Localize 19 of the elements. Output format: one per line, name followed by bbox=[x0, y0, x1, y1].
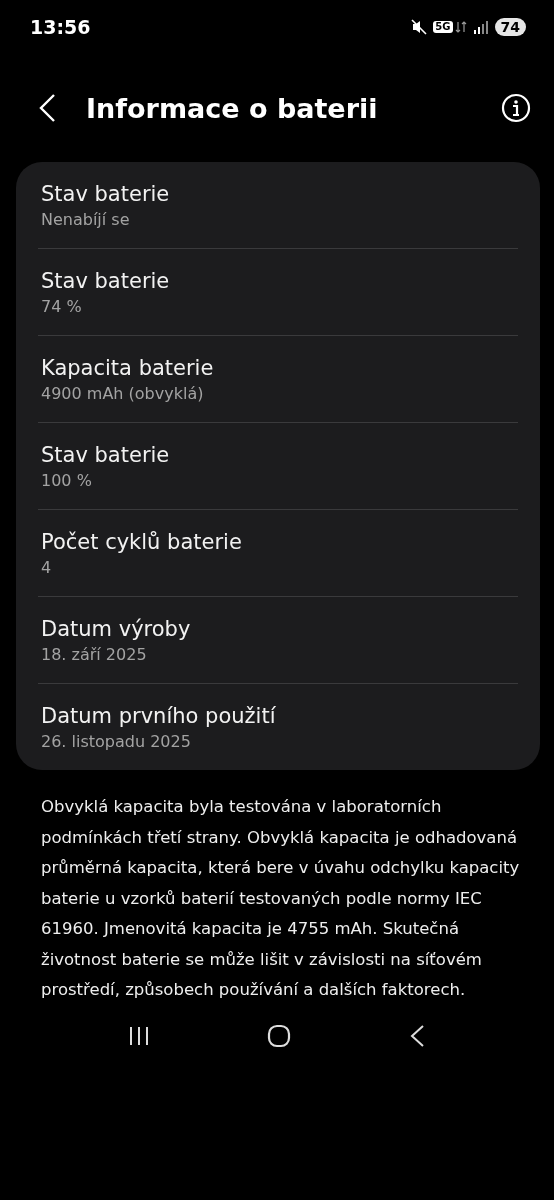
battery-level: 74 bbox=[494, 18, 526, 36]
item-title: Stav baterie bbox=[41, 269, 171, 293]
item-value: 4900 mAh (obvyklá) bbox=[41, 384, 205, 403]
item-title: Stav baterie bbox=[41, 443, 171, 467]
network-type: 5G bbox=[433, 21, 453, 33]
item-title: Datum prvního použití bbox=[41, 704, 277, 728]
item-title: Datum výroby bbox=[41, 617, 192, 641]
item-value: 74 % bbox=[41, 297, 83, 316]
item-value: 26. listopadu 2025 bbox=[41, 732, 192, 751]
item-title: Stav baterie bbox=[41, 182, 171, 206]
item-title: Počet cyklů baterie bbox=[41, 530, 243, 554]
status-time: 13:56 bbox=[30, 16, 91, 38]
item-value: Nenabíjí se bbox=[41, 210, 131, 229]
page-title: Informace o baterii bbox=[86, 92, 378, 124]
item-title: Kapacita baterie bbox=[41, 356, 215, 380]
item-value: 4 bbox=[41, 558, 53, 577]
info-paragraph: Obvyklá kapacita byla testována v laboratorních podmínkách třetí strany. Obvyklá kapacita je odhadovaná průměrná kapacita, která bere v úvahu odchylku kapacity baterie u vzorků baterií testovaných podle normy IEC 61960. Jmenovitá kapacita je 4755 mAh. Skutečná životnost baterie se může lišit v závislosti na síťovém prostředí, způsobech používání a dalších faktorech. bbox=[41, 796, 521, 1001]
item-value: 18. září 2025 bbox=[41, 645, 148, 664]
item-value: 100 % bbox=[41, 471, 93, 490]
